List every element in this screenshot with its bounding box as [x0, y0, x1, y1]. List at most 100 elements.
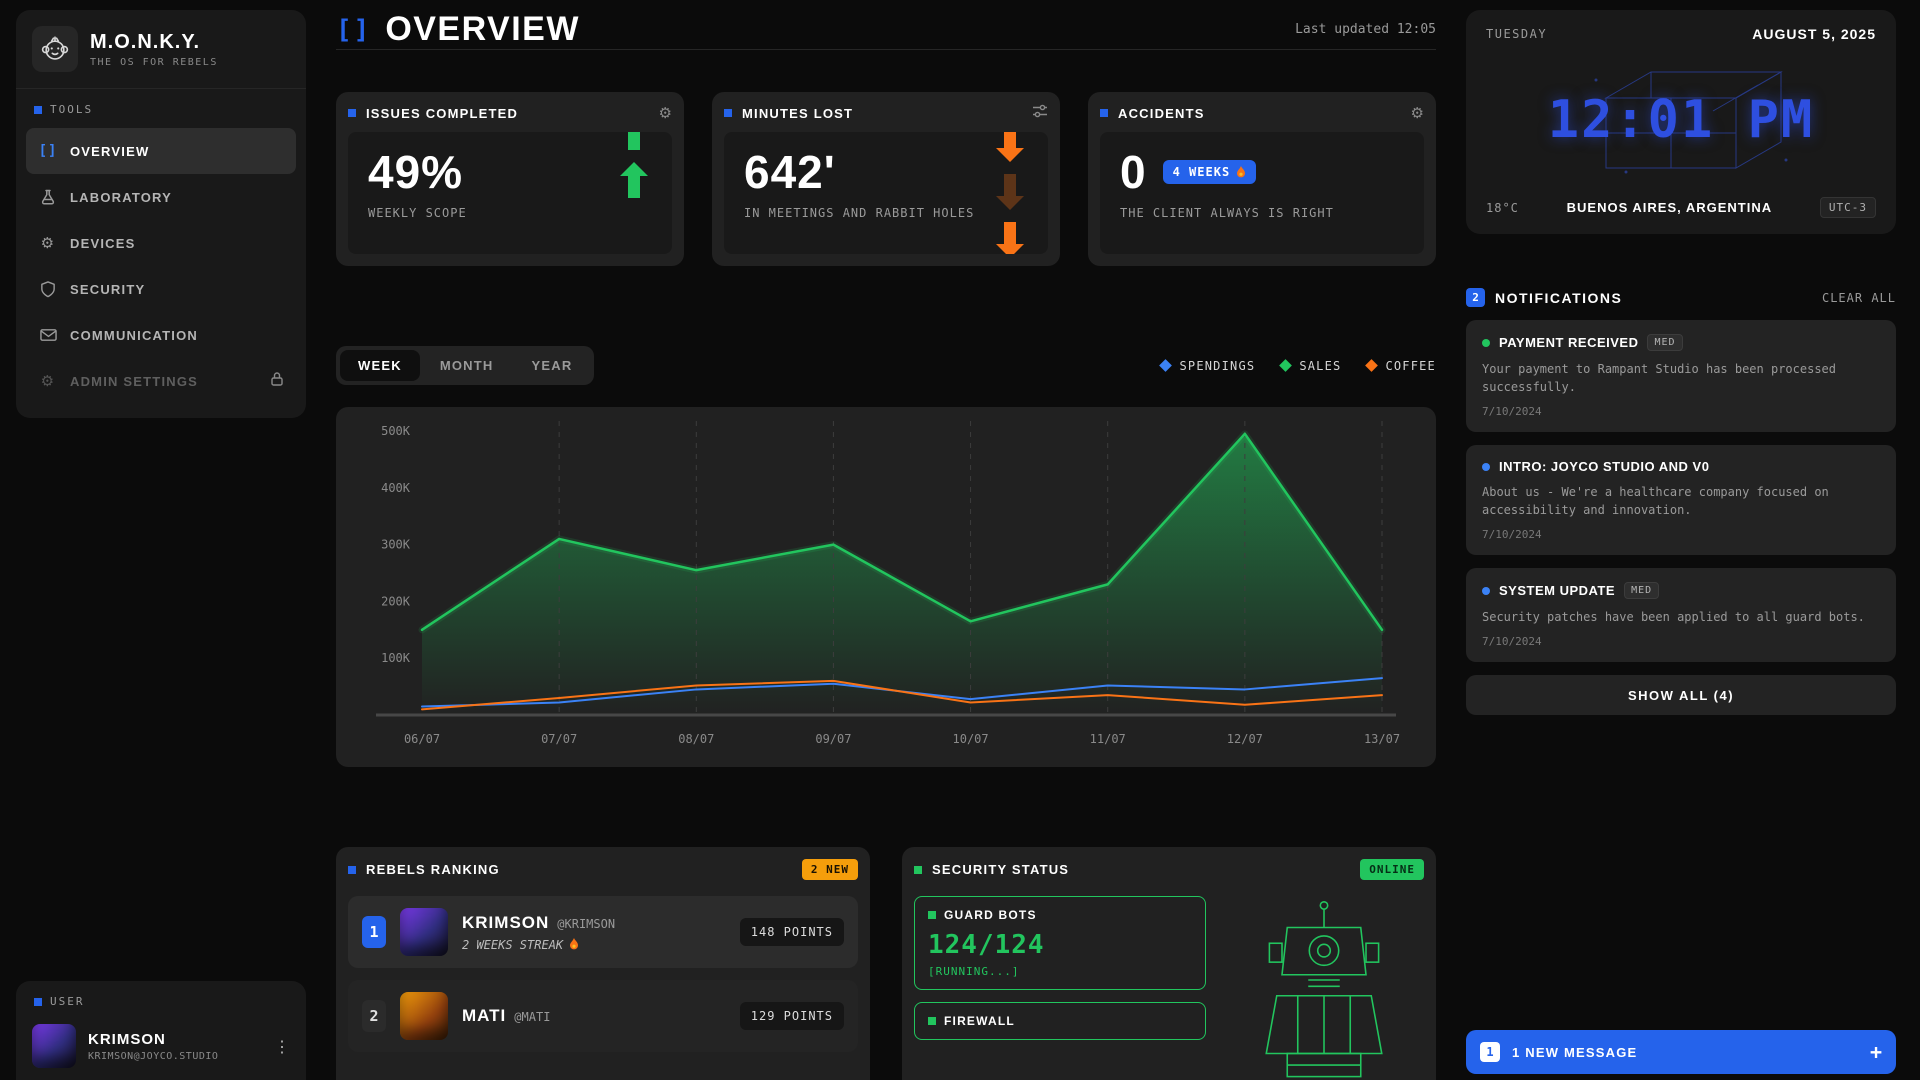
- app-tagline: THE OS FOR REBELS: [90, 57, 218, 68]
- stat-body: 0 4 WEEKS THE CLIENT ALWAYS IS RIGHT: [1100, 132, 1424, 254]
- status-dot: [1482, 339, 1490, 347]
- stat-card-header: MINUTES LOST: [724, 104, 1048, 122]
- user-email: KRIMSON@JOYCO.STUDIO: [88, 1051, 218, 1062]
- blue-square-icon: [348, 866, 356, 874]
- diamond-icon: [1366, 359, 1379, 372]
- blue-square-icon: [1100, 109, 1108, 117]
- chart-svg: 100K200K300K400K500K06/0707/0708/0709/07…: [336, 407, 1436, 767]
- clear-all-button[interactable]: CLEAR ALL: [1822, 291, 1896, 305]
- sidebar-item-devices[interactable]: ⚙ DEVICES: [26, 220, 296, 266]
- svg-text:11/07: 11/07: [1090, 732, 1126, 746]
- user-card[interactable]: KRIMSON KRIMSON@JOYCO.STUDIO ⋮: [16, 1016, 306, 1080]
- sidebar-item-label: SECURITY: [70, 282, 145, 297]
- svg-text:100K: 100K: [381, 651, 411, 665]
- ranking-user-info: KRIMSON @KRIMSON 2 WEEKS STREAK: [462, 913, 615, 952]
- stat-title: ACCIDENTS: [1118, 106, 1205, 121]
- status-dot: [1482, 463, 1490, 471]
- security-status-card: SECURITY STATUS ONLINE GUARD BOTS 124/12…: [902, 847, 1436, 1080]
- chart-card: 100K200K300K400K500K06/0707/0708/0709/07…: [336, 407, 1436, 767]
- stat-value: 49%: [368, 148, 652, 196]
- legend-sales[interactable]: SALES: [1281, 359, 1341, 373]
- guard-bots-status: [RUNNING...]: [928, 965, 1192, 978]
- sidebar: M.O.N.K.Y. THE OS FOR REBELS TOOLS [] OV…: [16, 10, 306, 1080]
- notification-card[interactable]: PAYMENT RECEIVED MED Your payment to Ram…: [1466, 320, 1896, 432]
- message-count-badge: 1: [1480, 1042, 1500, 1062]
- brackets-icon: []: [336, 15, 371, 45]
- show-all-button[interactable]: SHOW ALL (4): [1466, 675, 1896, 715]
- legend-label: SALES: [1299, 359, 1341, 373]
- fire-icon: [569, 938, 579, 951]
- stat-value: 0: [1120, 148, 1147, 196]
- points-badge: 129 POINTS: [740, 1002, 844, 1030]
- sidebar-item-communication[interactable]: COMMUNICATION: [26, 312, 296, 358]
- new-count-badge: 2 NEW: [802, 859, 858, 880]
- firewall-label: FIREWALL: [944, 1014, 1015, 1028]
- ranking-name: MATI: [462, 1006, 506, 1026]
- app-name: M.O.N.K.Y.: [90, 31, 218, 54]
- clock-day: TUESDAY: [1486, 27, 1547, 41]
- svg-text:400K: 400K: [381, 481, 411, 495]
- clock-date: AUGUST 5, 2025: [1752, 26, 1876, 42]
- svg-text:300K: 300K: [381, 538, 411, 552]
- sidebar-item-laboratory[interactable]: LABORATORY: [26, 174, 296, 220]
- svg-text:10/07: 10/07: [953, 732, 989, 746]
- user-panel: USER KRIMSON KRIMSON@JOYCO.STUDIO ⋮: [16, 981, 306, 1080]
- page-title: OVERVIEW: [385, 10, 580, 49]
- location: BUENOS AIRES, ARGENTINA: [1519, 200, 1820, 215]
- ranking-row[interactable]: 1 KRIMSON @KRIMSON 2 WEEKS STREAK 148 PO…: [348, 896, 858, 968]
- main-content: [] OVERVIEW Last updated 12:05 ISSUES CO…: [336, 10, 1436, 1080]
- user-section-label: USER: [16, 981, 306, 1016]
- guard-bot-illustration: [1224, 896, 1424, 1080]
- blue-square-icon: [348, 109, 356, 117]
- notification-card[interactable]: INTRO: JOYCO STUDIO AND V0 About us - We…: [1466, 445, 1896, 555]
- sidebar-item-security[interactable]: SECURITY: [26, 266, 296, 312]
- user-label: USER: [50, 995, 85, 1008]
- legend-coffee[interactable]: COFFEE: [1367, 359, 1436, 373]
- svg-text:500K: 500K: [381, 424, 411, 438]
- mail-icon: [38, 328, 58, 342]
- user-menu-dots-icon[interactable]: ⋮: [274, 1037, 290, 1056]
- bottom-row: REBELS RANKING 2 NEW 1 KRIMSON @KRIMSON …: [336, 847, 1436, 1080]
- security-header: SECURITY STATUS ONLINE: [914, 859, 1424, 880]
- range-tabs: WEEK MONTH YEAR: [336, 346, 594, 385]
- notification-body: Security patches have been applied to al…: [1482, 608, 1880, 626]
- monkey-logo-icon: [32, 26, 78, 72]
- svg-text:200K: 200K: [381, 594, 411, 608]
- admin-icon: ⚙: [38, 372, 58, 390]
- user-info: KRIMSON KRIMSON@JOYCO.STUDIO: [88, 1031, 218, 1062]
- notification-body: Your payment to Rampant Studio has been …: [1482, 360, 1880, 396]
- stat-card-minutes: MINUTES LOST 642' IN MEETINGS AND RABBIT…: [712, 92, 1060, 266]
- diamond-icon: [1160, 359, 1173, 372]
- security-body: GUARD BOTS 124/124 [RUNNING...] FIREWALL: [914, 896, 1424, 1080]
- sidebar-item-label: DEVICES: [70, 236, 135, 251]
- sidebar-item-label: OVERVIEW: [70, 144, 149, 159]
- stat-card-header: ACCIDENTS ⚙: [1100, 104, 1424, 122]
- sliders-icon[interactable]: [1032, 104, 1048, 122]
- legend-spendings[interactable]: SPENDINGS: [1161, 359, 1255, 373]
- sidebar-panel: M.O.N.K.Y. THE OS FOR REBELS TOOLS [] OV…: [16, 10, 306, 418]
- tab-year[interactable]: YEAR: [513, 350, 590, 381]
- new-message-bar[interactable]: 1 1 NEW MESSAGE +: [1466, 1030, 1896, 1074]
- ranking-row[interactable]: 2 MATI @MATI 129 POINTS: [348, 980, 858, 1052]
- clock-time: 12:01 PM: [1548, 90, 1814, 150]
- notification-card[interactable]: SYSTEM UPDATE MED Security patches have …: [1466, 568, 1896, 662]
- gear-icon: ⚙: [38, 234, 58, 252]
- stat-body: 49% WEEKLY SCOPE: [348, 132, 672, 254]
- right-column: TUESDAY AUGUST 5, 2025 12:01 PM 18°C BUE…: [1466, 10, 1896, 1080]
- gear-icon[interactable]: ⚙: [659, 104, 672, 122]
- sidebar-item-admin-settings[interactable]: ⚙ ADMIN SETTINGS: [26, 358, 296, 404]
- notification-title: SYSTEM UPDATE: [1499, 583, 1615, 598]
- security-metrics: GUARD BOTS 124/124 [RUNNING...] FIREWALL: [914, 896, 1206, 1080]
- sidebar-item-overview[interactable]: [] OVERVIEW: [26, 128, 296, 174]
- svg-text:06/07: 06/07: [404, 732, 440, 746]
- svg-text:13/07: 13/07: [1364, 732, 1400, 746]
- tab-week[interactable]: WEEK: [340, 350, 420, 381]
- flask-icon: [38, 189, 58, 205]
- clock-middle: 12:01 PM: [1486, 42, 1876, 197]
- notification-date: 7/10/2024: [1482, 635, 1880, 648]
- sidebar-item-label: COMMUNICATION: [70, 328, 198, 343]
- plus-icon[interactable]: +: [1870, 1040, 1882, 1064]
- gear-icon[interactable]: ⚙: [1411, 104, 1424, 122]
- tab-month[interactable]: MONTH: [422, 350, 512, 381]
- guard-bots-value: 124/124: [928, 930, 1192, 960]
